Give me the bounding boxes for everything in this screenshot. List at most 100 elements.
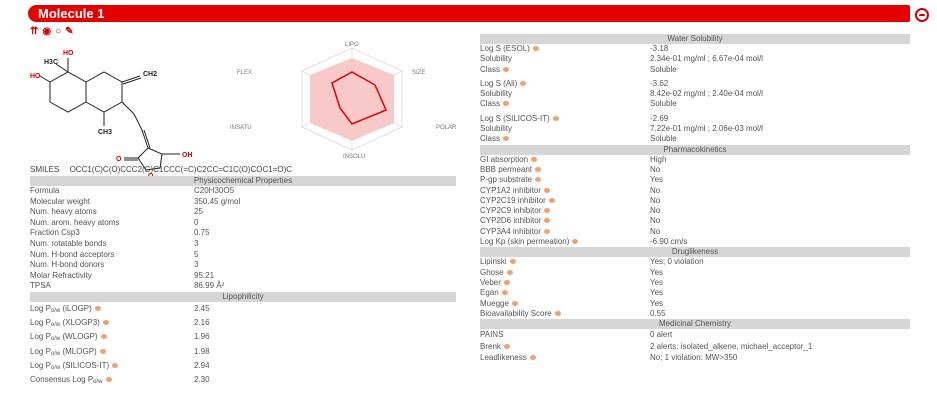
info-icon[interactable]: [503, 101, 510, 107]
property-value: 7.22e-01 mg/ml ; 2.06e-03 mol/l: [650, 124, 763, 134]
molecule-title: Molecule 1: [38, 6, 105, 21]
property-label: CYP2C19 inhibitor: [480, 196, 555, 206]
property-label: Log Po/w (MLOGP): [30, 345, 106, 359]
structure-toolbar: ⇈ ◉ ○ ✎: [30, 27, 74, 37]
info-icon[interactable]: [99, 348, 106, 354]
info-icon[interactable]: [552, 115, 559, 121]
info-icon[interactable]: [506, 269, 513, 275]
property-label: Log S (SILICOS-IT): [480, 114, 559, 124]
info-icon[interactable]: [543, 228, 550, 234]
property-row: Num. arom. heavy atoms 0: [30, 218, 456, 229]
property-row: Solubility 2.34e-01 mg/ml ; 6.67e-04 mol/…: [480, 54, 910, 64]
property-value: 2.34e-01 mg/ml ; 6.67e-04 mol/l: [650, 54, 763, 64]
property-row: Log S (SILICOS-IT) -2.69: [480, 114, 910, 124]
property-row: Num. rotatable bonds 3: [30, 239, 456, 250]
info-icon[interactable]: [503, 343, 510, 349]
druglikeness-header: Druglikeness: [480, 247, 910, 258]
property-row: Brenk 2 alerts: isolated_alkene, michael_…: [480, 341, 910, 353]
info-icon[interactable]: [544, 218, 551, 224]
info-icon[interactable]: [548, 197, 555, 203]
info-icon[interactable]: [102, 320, 109, 326]
property-label: Num. H-bond acceptors: [30, 250, 114, 261]
property-row: CYP1A2 inhibitor No: [480, 186, 910, 196]
property-label-text: Class: [480, 134, 501, 144]
property-value: No: [650, 195, 661, 205]
property-label-text: Log P: [30, 346, 51, 356]
property-label: Molecular weight: [30, 197, 90, 208]
property-value: No: [650, 185, 661, 195]
property-row: Leadlikeness No; 1 violation: MW>350: [480, 352, 910, 364]
info-icon[interactable]: [543, 187, 550, 193]
property-label-text: Num. H-bond acceptors: [30, 249, 115, 259]
property-value: -6.90 cm/s: [650, 237, 688, 247]
property-value: Soluble: [650, 99, 677, 109]
property-label: Num. H-bond donors: [30, 260, 104, 271]
property-row: Molecular weight 350.45 g/mol: [30, 197, 456, 208]
property-label: Egan: [480, 288, 508, 298]
pharmacokinetics-header: Pharmacokinetics: [480, 144, 910, 155]
info-icon[interactable]: [572, 239, 579, 245]
info-icon[interactable]: [554, 310, 561, 316]
property-label: Solubility: [480, 89, 512, 99]
info-icon[interactable]: [105, 376, 112, 382]
info-icon[interactable]: [535, 177, 542, 183]
bioavailability-radar: LIPO SIZE POLAR INSOLU INSATU FLEX: [230, 42, 457, 160]
info-icon[interactable]: [532, 46, 539, 51]
property-row: Muegge Yes: [480, 299, 910, 309]
info-icon[interactable]: [112, 362, 119, 368]
info-icon[interactable]: [529, 355, 536, 361]
info-icon[interactable]: [531, 156, 538, 162]
ring-icon[interactable]: ○: [55, 27, 61, 37]
property-label-text: Bioavailability Score: [480, 308, 552, 318]
property-value: 3: [194, 260, 199, 270]
property-label-text: Solubility: [480, 54, 513, 64]
lipophilicity-header: Lipophilicity: [30, 291, 456, 302]
property-row: Log Po/w (XLOGP3) 2.16: [30, 316, 456, 330]
info-icon[interactable]: [503, 136, 510, 142]
property-row: Ghose Yes: [480, 268, 910, 278]
property-value: 2.16: [194, 318, 210, 328]
info-icon[interactable]: [503, 279, 510, 285]
eraser-icon[interactable]: ✎: [65, 27, 73, 37]
property-label: CYP2D6 inhibitor: [480, 216, 551, 226]
property-label-text: P-gp substrate: [480, 175, 533, 185]
hydrogens-icon[interactable]: ⇈: [30, 27, 38, 37]
info-icon[interactable]: [503, 66, 510, 72]
property-value: No: [650, 164, 661, 174]
property-label-text: Molar Refractivity: [30, 270, 92, 280]
property-row: TPSA 86.99 Å²: [30, 281, 456, 292]
property-label: Log Po/w (WLOGP): [30, 330, 107, 344]
info-icon[interactable]: [535, 166, 542, 172]
water-solubility-header: Water Solubility: [480, 34, 910, 44]
property-row: Formula C20H30O5: [30, 186, 456, 197]
property-label: BBB permeant: [480, 165, 542, 175]
right-column: Water Solubility Log S (ESOL) -3.18 Solubi…: [480, 34, 910, 364]
eye-icon[interactable]: ◉: [42, 27, 51, 37]
property-label-text: CYP1A2 inhibitor: [480, 185, 541, 195]
info-icon[interactable]: [509, 259, 516, 265]
property-label: Log S (ESOL): [480, 44, 539, 54]
property-label-text: Log S (SILICOS-IT): [480, 113, 550, 123]
property-value: No; 1 violation: MW>350: [650, 353, 738, 363]
property-row: Log Po/w (WLOGP) 1.96: [30, 330, 456, 344]
property-label: Formula: [30, 186, 59, 197]
info-icon[interactable]: [544, 208, 551, 214]
info-icon[interactable]: [520, 80, 527, 86]
property-row: CYP2C9 inhibitor No: [480, 206, 910, 216]
property-label: Consensus Log Po/w: [30, 373, 112, 387]
info-icon[interactable]: [501, 290, 508, 296]
property-value: Yes: [650, 175, 664, 185]
property-label-text: Ghose: [480, 267, 504, 277]
info-icon[interactable]: [94, 305, 101, 311]
info-icon[interactable]: [100, 334, 107, 340]
property-value: Yes: [650, 298, 664, 308]
property-label: Solubility: [480, 124, 512, 134]
close-icon[interactable]: [915, 8, 929, 22]
property-label: CYP1A2 inhibitor: [480, 186, 550, 196]
property-value: Yes: [650, 288, 664, 298]
property-label: P-gp substrate: [480, 175, 542, 185]
property-value: 2.94: [194, 360, 210, 370]
property-label-subscript: o/w: [50, 364, 61, 371]
property-value: -3.18: [650, 44, 669, 53]
info-icon[interactable]: [511, 300, 518, 306]
